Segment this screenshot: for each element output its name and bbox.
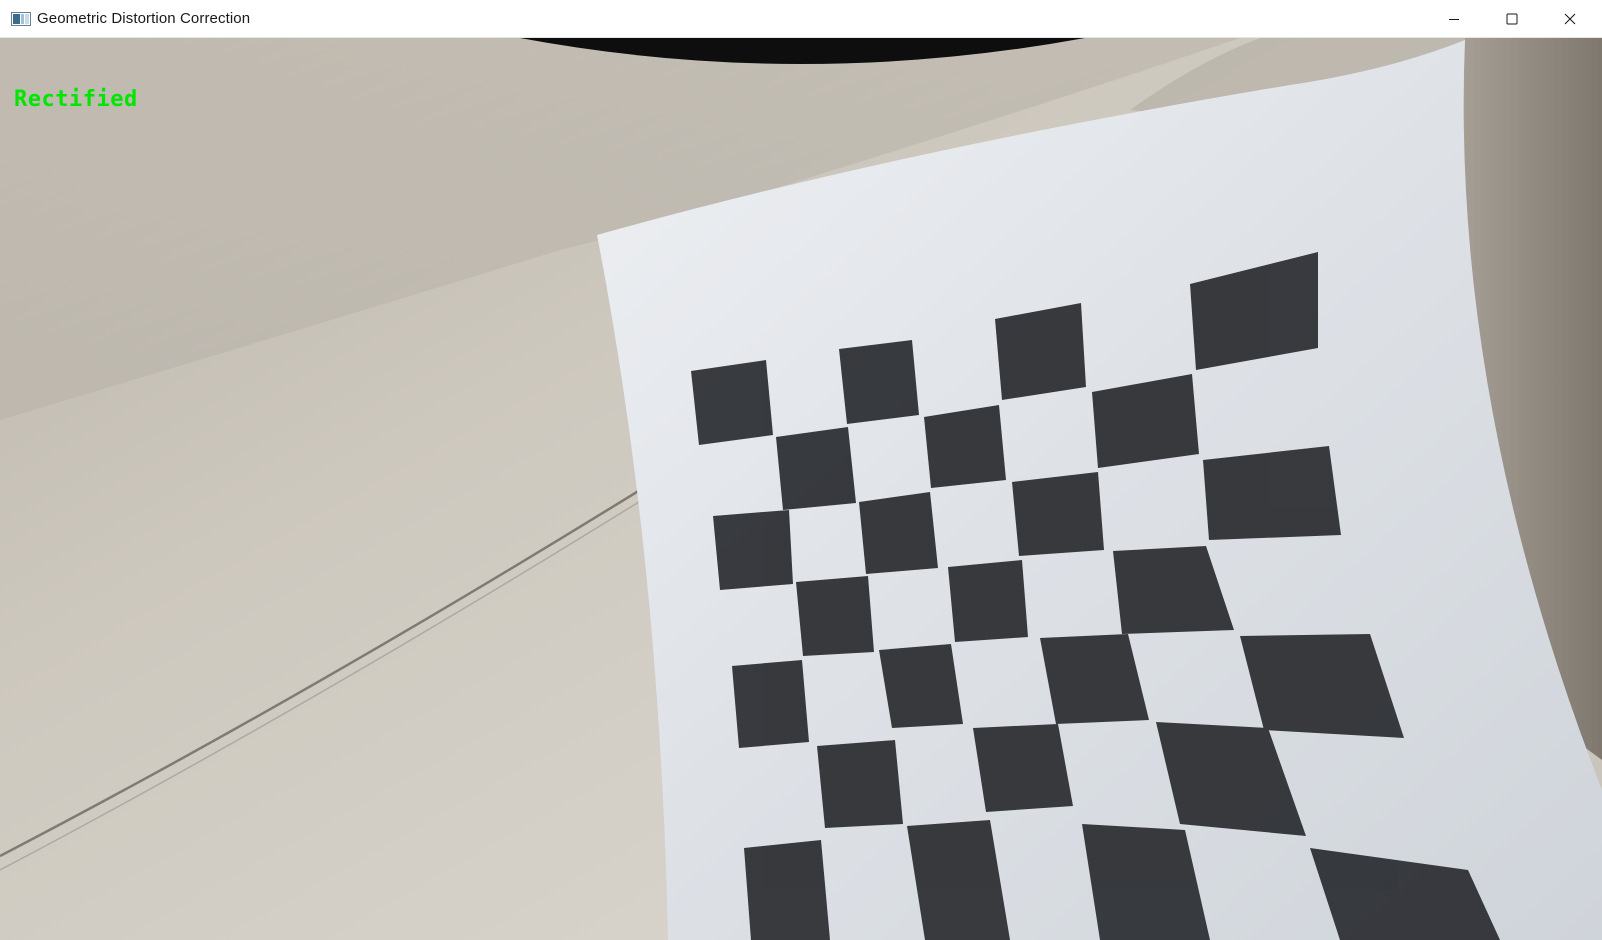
checker-square-12 bbox=[796, 576, 874, 656]
checker-square-22 bbox=[744, 840, 830, 940]
window-title: Geometric Distortion Correction bbox=[37, 10, 251, 27]
overlay-label: Rectified bbox=[14, 87, 138, 112]
camera-scene bbox=[0, 38, 1602, 940]
checker-square-10 bbox=[1012, 472, 1104, 556]
app-window: Geometric Distortion Correction Rectifie… bbox=[0, 0, 1602, 940]
video-frame: Rectified bbox=[0, 38, 1602, 940]
maximize-button[interactable] bbox=[1483, 0, 1541, 38]
maximize-icon bbox=[1506, 13, 1518, 25]
checker-square-5 bbox=[776, 427, 856, 510]
title-bar[interactable]: Geometric Distortion Correction bbox=[0, 0, 1602, 38]
checker-square-6 bbox=[924, 405, 1006, 488]
close-button[interactable] bbox=[1541, 0, 1599, 38]
checker-square-19 bbox=[817, 740, 903, 828]
minimize-icon bbox=[1449, 19, 1459, 20]
minimize-button[interactable] bbox=[1425, 0, 1483, 38]
checker-square-20 bbox=[973, 724, 1073, 812]
checker-square-3 bbox=[995, 303, 1086, 400]
checker-square-1 bbox=[691, 360, 773, 445]
checker-square-11 bbox=[1203, 446, 1341, 540]
checker-square-15 bbox=[732, 660, 809, 748]
checker-square-2 bbox=[839, 340, 919, 424]
checker-square-13 bbox=[948, 560, 1028, 642]
checker-square-9 bbox=[859, 492, 938, 574]
app-window-icon bbox=[11, 12, 31, 26]
checker-square-16 bbox=[879, 644, 963, 728]
close-icon bbox=[1564, 13, 1576, 25]
checker-square-8 bbox=[713, 510, 793, 590]
